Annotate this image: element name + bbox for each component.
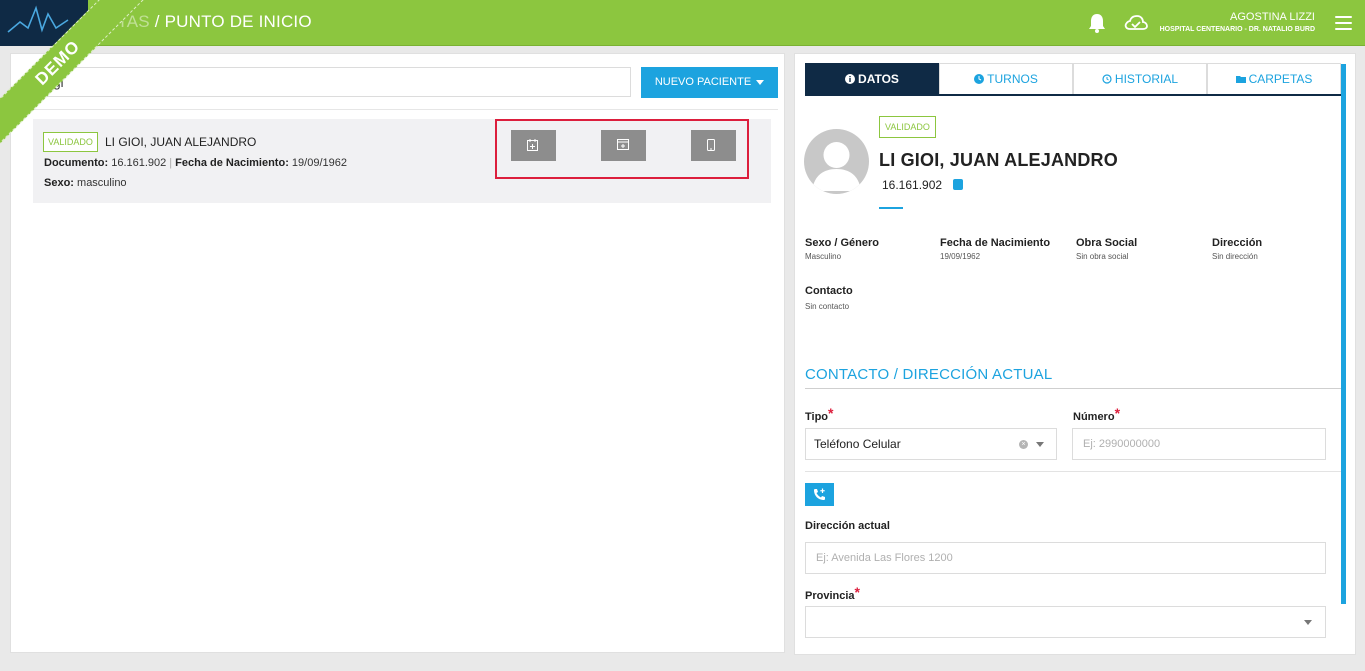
separator: | (169, 157, 173, 169)
birth-label: Fecha de Nacimiento: (175, 157, 289, 169)
validated-badge: VALIDADO (43, 132, 98, 152)
tipo-label: Tipo* (805, 405, 833, 423)
top-bar: CITAS / PUNTO DE INICIO AGOSTINA LIZZI H… (0, 0, 1365, 46)
tab-historial[interactable]: HISTORIAL (1073, 63, 1207, 94)
tab-carpetas-label: CARPETAS (1248, 72, 1313, 86)
info-insurance-value: Sin obra social (1076, 252, 1129, 261)
info-birth-value: 19/09/1962 (940, 252, 981, 261)
mobile-icon (707, 139, 715, 151)
logo-wave-icon (7, 5, 69, 33)
patient-detail-panel: DATOS TURNOS HISTORIAL CARPETAS VALIDADO… (794, 53, 1356, 655)
new-patient-button[interactable]: NUEVO PACIENTE (641, 67, 778, 98)
info-icon (845, 74, 856, 84)
info-address-label: Dirección (1212, 237, 1263, 249)
phone-add-icon (814, 488, 825, 500)
patient-document-line: Documento: 16.161.902 | Fecha de Nacimient… (44, 157, 347, 169)
hamburger-menu-icon[interactable] (1335, 16, 1352, 30)
patient-full-name: LI GIOI, JUAN ALEJANDRO (879, 150, 1118, 170)
info-insurance-label: Obra Social (1076, 237, 1138, 249)
provincia-label-text: Provincia (805, 590, 855, 602)
section-divider (805, 388, 1341, 389)
info-contact-value: Sin contacto (805, 302, 850, 311)
info-contact-label: Contacto (805, 285, 853, 297)
required-mark: * (828, 405, 834, 421)
direccion-label: Dirección actual (805, 520, 890, 532)
patient-sex-line: Sexo: masculino (44, 177, 127, 189)
new-patient-label: NUEVO PACIENTE (654, 76, 752, 88)
validated-badge: VALIDADO (879, 116, 936, 138)
app-logo[interactable] (0, 0, 88, 46)
chevron-down-icon[interactable] (1304, 620, 1312, 625)
tipo-label-text: Tipo (805, 411, 829, 423)
required-mark: * (1114, 405, 1121, 421)
tab-turnos-label: TURNOS (987, 72, 1038, 86)
checkin-button[interactable] (601, 130, 646, 161)
provincia-label: Provincia* (805, 584, 860, 602)
sex-label: Sexo: (44, 177, 74, 189)
birth-value: 19/09/1962 (291, 157, 347, 169)
add-contact-button[interactable] (805, 483, 834, 506)
user-silhouette-icon (812, 142, 861, 191)
chevron-down-icon[interactable] (1036, 442, 1044, 447)
divider (33, 109, 778, 110)
caret-down-icon (756, 79, 765, 85)
scrollbar[interactable] (1341, 64, 1346, 604)
clock-icon (974, 74, 985, 84)
tab-turnos[interactable]: TURNOS (939, 63, 1073, 94)
contact-type-select[interactable]: Teléfono Celular × (805, 428, 1057, 460)
tab-datos[interactable]: DATOS (805, 63, 939, 94)
bell-icon[interactable] (1088, 13, 1106, 33)
calendar-add-icon (527, 139, 538, 151)
document-label: Documento: (44, 157, 109, 169)
patient-search-panel: NUEVO PACIENTE VALIDADO LI GIOI, JUAN AL… (10, 53, 785, 653)
avatar (804, 129, 869, 194)
accent-divider (879, 207, 903, 209)
title-section: / PUNTO DE INICIO (149, 12, 312, 31)
folder-icon (1235, 76, 1246, 83)
id-card-icon[interactable] (953, 179, 963, 190)
mobile-app-button[interactable] (691, 130, 736, 161)
info-sex-value: Masculino (805, 252, 842, 261)
user-name: AGOSTINA LIZZI (1230, 11, 1315, 23)
contact-number-input[interactable] (1072, 428, 1326, 460)
province-select[interactable] (805, 606, 1326, 638)
user-hospital: HOSPITAL CENTENARIO - DR. NATALIO BURD (1159, 26, 1315, 33)
patient-document: 16.161.902 (882, 178, 943, 192)
tab-historial-label: HISTORIAL (1114, 72, 1179, 86)
numero-label: Número* (1073, 405, 1120, 423)
section-title-contact: CONTACTO / DIRECCIÓN ACTUAL (805, 366, 1053, 383)
patient-search-input[interactable] (33, 67, 631, 97)
page-title: CITAS / PUNTO DE INICIO (100, 12, 312, 32)
title-module: CITAS (100, 12, 150, 31)
history-icon (1102, 74, 1112, 84)
user-info[interactable]: AGOSTINA LIZZI HOSPITAL CENTENARIO - DR.… (1160, 11, 1315, 35)
info-sex-label: Sexo / Género (805, 237, 879, 249)
cloud-sync-icon[interactable] (1124, 14, 1148, 32)
sex-value: masculino (77, 177, 127, 189)
clear-icon[interactable]: × (1019, 440, 1028, 449)
document-value: 16.161.902 (111, 157, 167, 169)
numero-label-text: Número (1073, 411, 1115, 423)
divider (805, 471, 1341, 472)
address-input[interactable] (805, 542, 1326, 574)
tab-datos-label: DATOS (858, 72, 899, 86)
detail-tabs: DATOS TURNOS HISTORIAL CARPETAS (805, 63, 1341, 96)
required-mark: * (854, 584, 860, 600)
contact-type-value: Teléfono Celular (814, 437, 901, 451)
calendar-checkin-icon (617, 139, 629, 150)
tab-carpetas[interactable]: CARPETAS (1207, 63, 1341, 94)
info-address-value: Sin dirección (1212, 252, 1258, 261)
give-appointment-button[interactable] (511, 130, 556, 161)
info-birth-label: Fecha de Nacimiento (940, 237, 1051, 249)
patient-name: LI GIOI, JUAN ALEJANDRO (105, 135, 257, 149)
